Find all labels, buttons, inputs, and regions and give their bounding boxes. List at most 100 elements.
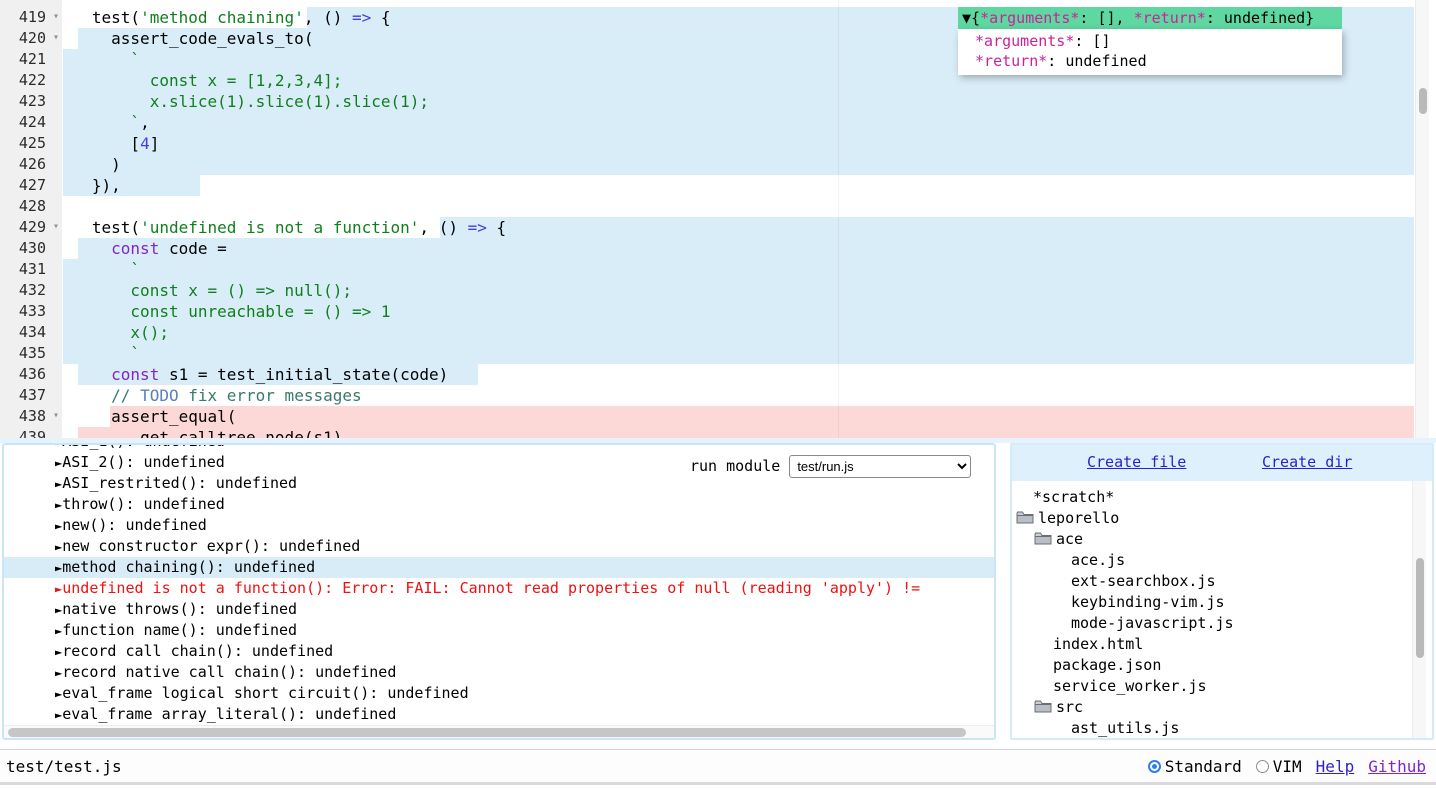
value-inspector-body: *arguments*: [] *return*: undefined [958, 29, 1342, 75]
code-line[interactable]: ` [0, 259, 1436, 280]
results-horizontal-scrollbar[interactable] [4, 725, 994, 738]
line-number[interactable]: 432 [0, 280, 62, 301]
test-result-row[interactable]: ►eval_frame array_literal(): undefined [4, 704, 996, 725]
line-number[interactable]: 439 [0, 427, 62, 438]
file-tree-scrollbar-thumb[interactable] [1416, 558, 1424, 658]
code-line[interactable]: const code = [0, 238, 1436, 259]
file-tree-panel: Create file Create dir *scratch* leporell… [1010, 443, 1434, 740]
tree-item-file[interactable]: service_worker.js [1053, 676, 1207, 697]
tree-item-label: keybinding-vim.js [1071, 593, 1225, 611]
fold-toggle-icon[interactable]: ▾ [53, 220, 59, 234]
line-number[interactable]: 431 [0, 259, 62, 280]
keybinding-vim-radio[interactable]: VIM [1256, 757, 1302, 776]
line-number[interactable]: 424 [0, 112, 62, 133]
fold-toggle-icon[interactable]: ▾ [53, 31, 59, 45]
test-result-row[interactable]: ►method chaining(): undefined [4, 557, 996, 578]
line-number[interactable]: 426 [0, 154, 62, 175]
keybinding-standard-radio[interactable]: Standard [1148, 757, 1242, 776]
code-line[interactable]: ) [0, 154, 1436, 175]
file-tree-scrollbar[interactable] [1412, 481, 1426, 738]
code-line[interactable] [0, 196, 1436, 217]
code-line[interactable]: // TODO fix error messages [0, 385, 1436, 406]
tree-item-folder[interactable]: leporello [1016, 508, 1119, 529]
tree-item-label: index.html [1053, 635, 1143, 653]
test-result-row[interactable]: ►eval_frame logical short circuit(): und… [4, 683, 996, 704]
help-link[interactable]: Help [1316, 757, 1355, 776]
code-line[interactable]: }), [0, 175, 1436, 196]
code-line-text: ` [130, 343, 140, 364]
test-result-row[interactable]: ►new constructor expr(): undefined [4, 536, 996, 557]
radio-checked-icon[interactable] [1148, 760, 1161, 773]
line-number[interactable]: 425 [0, 133, 62, 154]
code-line[interactable]: const unreachable = () => 1 [0, 301, 1436, 322]
code-line-text: // TODO fix error messages [111, 385, 361, 406]
test-result-row[interactable]: ►native throws(): undefined [4, 599, 996, 620]
tree-item-file[interactable]: ace.js [1071, 550, 1125, 571]
line-number[interactable]: 437 [0, 385, 62, 406]
code-line[interactable]: `, [0, 112, 1436, 133]
line-number[interactable]: 419▾ [0, 7, 62, 28]
code-line[interactable]: x.slice(1).slice(1).slice(1); [0, 91, 1436, 112]
editor-vertical-scrollbar[interactable] [1415, 0, 1429, 438]
test-result-row[interactable]: ►function name(): undefined [4, 620, 996, 641]
tree-item-file[interactable]: ext-searchbox.js [1071, 571, 1216, 592]
value-inspector-row[interactable]: *arguments*: [] [966, 31, 1342, 51]
tree-item-file[interactable]: ast_utils.js [1071, 718, 1179, 739]
line-number[interactable]: 434 [0, 322, 62, 343]
tree-item-file[interactable]: index.html [1053, 634, 1143, 655]
line-number[interactable]: 435 [0, 343, 62, 364]
test-result-text: record call chain(): undefined [62, 642, 333, 660]
fold-toggle-icon[interactable]: ▾ [53, 10, 59, 24]
tree-item-file[interactable]: *scratch* [1033, 487, 1114, 508]
line-number[interactable]: 420▾ [0, 28, 62, 49]
eval-highlight [63, 343, 1414, 364]
line-number[interactable]: 427 [0, 175, 62, 196]
tree-item-file[interactable]: mode-javascript.js [1071, 613, 1234, 634]
tree-item-folder[interactable]: ace [1034, 529, 1083, 550]
code-line[interactable]: const s1 = test_initial_state(code) [0, 364, 1436, 385]
github-link[interactable]: Github [1368, 757, 1426, 776]
tree-item-folder[interactable]: src [1034, 697, 1083, 718]
code-line[interactable]: test('undefined is not a function', () =… [0, 217, 1436, 238]
line-number[interactable]: 433 [0, 301, 62, 322]
keybinding-vim-label: VIM [1273, 757, 1302, 776]
line-number[interactable]: 430 [0, 238, 62, 259]
test-result-text: new(): undefined [62, 516, 207, 534]
line-number[interactable]: 436 [0, 364, 62, 385]
test-result-row[interactable]: ►undefined is not a function(): Error: F… [4, 578, 996, 599]
value-inspector-header[interactable]: ▼{*arguments*: [], *return*: undefined} [958, 7, 1342, 29]
code-line[interactable]: ` [0, 343, 1436, 364]
keybinding-standard-label: Standard [1165, 757, 1242, 776]
fold-toggle-icon[interactable]: ▾ [53, 409, 59, 423]
test-result-row[interactable]: ►new(): undefined [4, 515, 996, 536]
test-result-row[interactable]: ►throw(): undefined [4, 494, 996, 515]
run-module-label: run module [690, 457, 780, 475]
code-line-text: test('method chaining', () => { [92, 7, 391, 28]
test-result-text: eval_frame logical short circuit(): unde… [62, 684, 468, 702]
line-number[interactable]: 423 [0, 91, 62, 112]
line-number[interactable]: 421 [0, 49, 62, 70]
test-result-row[interactable]: ►ASI_1(): undefined [4, 443, 996, 452]
line-number[interactable]: 438▾ [0, 406, 62, 427]
line-number[interactable]: 429▾ [0, 217, 62, 238]
test-result-row[interactable]: ►record call chain(): undefined [4, 641, 996, 662]
code-editor[interactable]: test('method chaining', () => {assert_co… [0, 0, 1436, 438]
tree-item-file[interactable]: keybinding-vim.js [1071, 592, 1225, 613]
line-number[interactable]: 428 [0, 196, 62, 217]
create-dir-link[interactable]: Create dir [1262, 453, 1352, 471]
code-line[interactable]: [4] [0, 133, 1436, 154]
test-result-row[interactable]: ►record native call chain(): undefined [4, 662, 996, 683]
line-number[interactable]: 422 [0, 70, 62, 91]
radio-unchecked-icon[interactable] [1256, 760, 1269, 773]
code-line[interactable]: const x = () => null(); [0, 280, 1436, 301]
code-line[interactable]: assert_equal( [0, 406, 1436, 427]
run-module-select[interactable]: test/run.js [789, 455, 971, 478]
value-inspector-row[interactable]: *return*: undefined [966, 51, 1342, 71]
create-file-link[interactable]: Create file [1087, 453, 1186, 471]
code-line[interactable]: get_calltree_node(s1) [0, 427, 1436, 438]
code-line[interactable]: x(); [0, 322, 1436, 343]
tree-item-label: *scratch* [1033, 488, 1114, 506]
tree-item-file[interactable]: package.json [1053, 655, 1161, 676]
results-scrollbar-thumb[interactable] [8, 728, 966, 737]
editor-scrollbar-thumb[interactable] [1419, 88, 1427, 114]
